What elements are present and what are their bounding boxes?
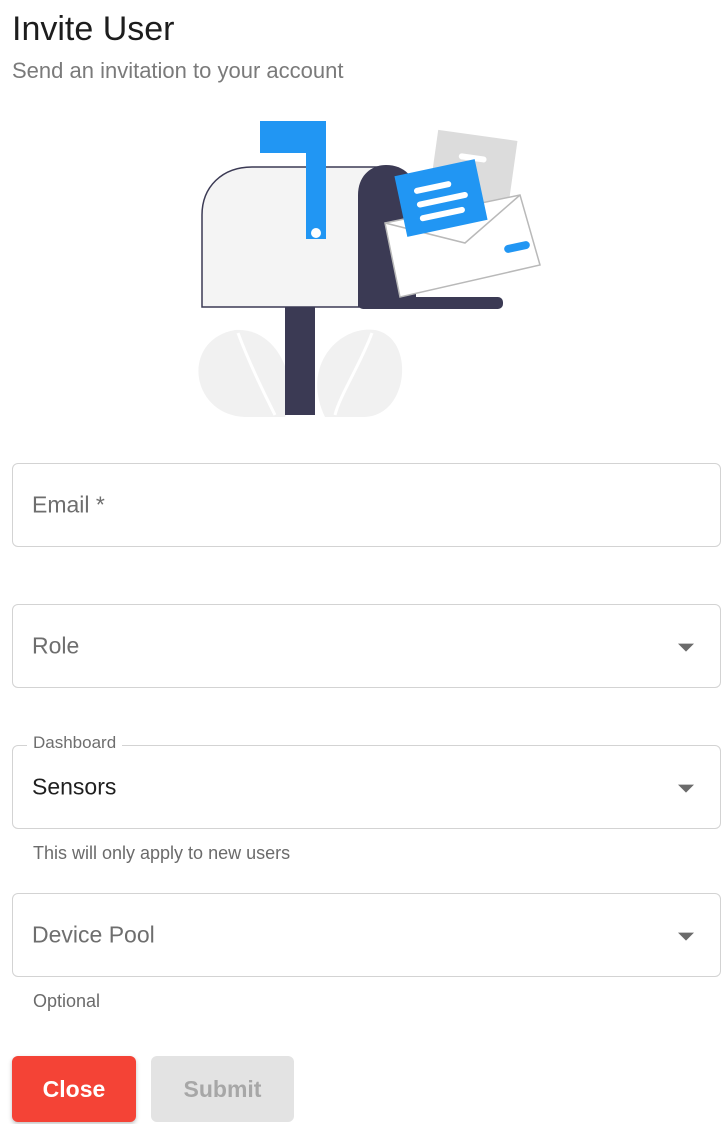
dashboard-helper-text: This will only apply to new users — [33, 843, 291, 863]
dialog-subtitle: Send an invitation to your account — [12, 58, 344, 83]
role-placeholder: Role — [32, 632, 80, 659]
mailbox-post — [285, 305, 315, 415]
mailbox-envelope-illustration — [198, 121, 541, 417]
flag-pivot — [311, 228, 321, 238]
close-button[interactable]: Close — [12, 1056, 136, 1122]
email-placeholder: Email * — [32, 491, 105, 518]
dialog-title: Invite User — [12, 10, 175, 48]
device-pool-placeholder: Device Pool — [32, 921, 155, 948]
plant-right-shape — [317, 329, 403, 417]
chevron-down-icon — [678, 784, 694, 793]
role-select[interactable]: Role — [12, 604, 721, 688]
device-pool-helper-text: Optional — [33, 991, 101, 1011]
chevron-down-icon — [678, 932, 694, 941]
dashboard-label: Dashboard — [27, 733, 123, 753]
mailbox-flag-pole — [306, 121, 326, 239]
mailbox-door-base — [358, 297, 503, 309]
submit-button[interactable]: Submit — [151, 1056, 294, 1122]
plant-left-shape — [198, 329, 290, 417]
device-pool-select[interactable]: Device Pool — [12, 893, 721, 977]
email-field[interactable]: Email * — [12, 463, 721, 547]
chevron-down-icon — [678, 643, 694, 652]
dashboard-select[interactable]: Dashboard Sensors — [12, 733, 721, 829]
dashboard-value: Sensors — [32, 773, 117, 800]
